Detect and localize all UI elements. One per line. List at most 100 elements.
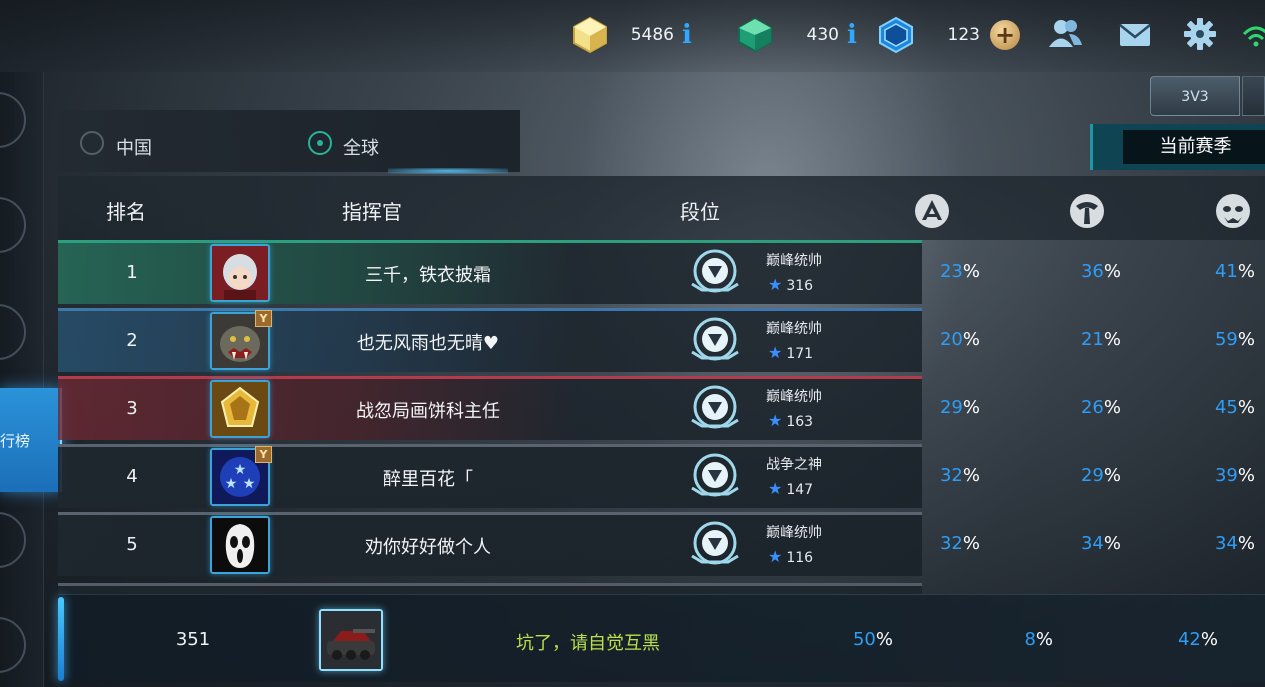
row-rank: 1 <box>126 262 138 283</box>
gold-info-button[interactable]: i <box>682 20 692 50</box>
region-filter: 中国 全球 <box>58 110 520 174</box>
faction-3-value: 59 <box>1214 329 1238 350</box>
faction-3-value: 45 <box>1214 397 1238 418</box>
green-crystal-icon <box>738 17 772 53</box>
table-row[interactable]: 3 战忽局画饼科主任 巅峰统帅 ★ 163 29% 26% 45% <box>58 376 1265 440</box>
table-header: 排名 指挥官 段位 <box>58 176 1265 240</box>
crystal-amount: 430 <box>806 25 839 45</box>
side-nav-item[interactable] <box>0 617 26 673</box>
blue-diamond-icon <box>879 16 913 54</box>
top-bar: 5486 i 430 i 123 + <box>0 0 1265 72</box>
diamond-currency: 123 + <box>876 14 1020 56</box>
player-avatar[interactable] <box>210 380 270 438</box>
my-rank-row: 351 坑了，请自觉互黑 50% 8% 42% <box>58 594 1265 682</box>
faction-3-rate: 39% <box>1175 465 1255 486</box>
faction-1-value: 32 <box>939 533 963 554</box>
svg-text:★: ★ <box>243 476 256 492</box>
header-tier: 段位 <box>680 200 720 224</box>
side-nav-item[interactable] <box>0 197 26 253</box>
silver-hair-character-portrait <box>212 246 268 300</box>
season-label: 当前赛季 <box>1123 130 1265 164</box>
faction-3-value: 41 <box>1214 261 1238 282</box>
selected-tab-glow <box>388 168 508 174</box>
faction-3-icon <box>1216 194 1250 228</box>
pct-unit: % <box>1035 629 1053 650</box>
mail-icon[interactable] <box>1115 14 1155 54</box>
faction-2-value: 36 <box>1080 261 1104 282</box>
tier-stars: ★ 147 <box>768 479 813 498</box>
mode-tab-next[interactable] <box>1242 76 1265 116</box>
tier-stars: ★ 171 <box>768 343 813 362</box>
tier-emblem-icon <box>691 453 739 497</box>
pct-unit: % <box>962 261 980 282</box>
faction-1-rate: 29% <box>900 397 980 418</box>
region-radio-global[interactable] <box>308 131 332 155</box>
tier-name: 巅峰统帅 <box>766 525 822 541</box>
faction-3-value: 39 <box>1214 465 1238 486</box>
red-tank-portrait <box>321 611 381 669</box>
my-faction-2-value: 8 <box>1024 629 1036 650</box>
faction-1-icon <box>915 194 949 228</box>
table-row[interactable]: 2 Y 也无风雨也无晴♥ 巅峰统帅 ★ 171 20% 21% 59% <box>58 308 1265 372</box>
player-avatar[interactable] <box>210 244 270 302</box>
region-radio-china[interactable] <box>80 131 104 155</box>
faction-2-value: 26 <box>1080 397 1104 418</box>
faction-3-rate: 45% <box>1175 397 1255 418</box>
friends-icon[interactable] <box>1045 14 1085 54</box>
star-icon: ★ <box>768 275 783 294</box>
pct-unit: % <box>875 629 893 650</box>
gold-currency: 5486 i <box>570 14 692 56</box>
commander-name: 也无风雨也无晴♥ <box>356 333 500 354</box>
faction-2-value: 29 <box>1080 465 1104 486</box>
tier-name: 战争之神 <box>766 457 822 473</box>
settings-gear-icon[interactable] <box>1180 14 1220 54</box>
mode-tab-3v3[interactable]: 3V3 <box>1150 76 1240 116</box>
table-row[interactable]: 4 ★ ★ ★ Y 醉里百花「 战争之神 ★ 147 32% 29% 39% <box>58 444 1265 508</box>
row-divider <box>58 444 922 447</box>
pct-unit: % <box>1237 261 1255 282</box>
faction-1-rate: 32% <box>900 465 980 486</box>
commander-name: 劝你好好做个人 <box>365 537 491 558</box>
region-china-label[interactable]: 中国 <box>116 134 152 160</box>
row-rank: 4 <box>126 466 138 487</box>
tier-emblem-icon <box>691 385 739 429</box>
crystal-info-button[interactable]: i <box>847 20 857 50</box>
star-icon: ★ <box>768 547 783 566</box>
pct-unit: % <box>1103 261 1121 282</box>
row-divider <box>58 240 922 243</box>
pct-unit: % <box>962 329 980 350</box>
side-nav-item[interactable] <box>0 512 26 568</box>
season-button[interactable]: 当前赛季 <box>1090 124 1265 170</box>
row-divider <box>58 512 922 515</box>
faction-3-rate: 41% <box>1175 261 1255 282</box>
rank-badge-icon: Y <box>255 310 272 327</box>
pct-unit: % <box>1237 329 1255 350</box>
star-count: 116 <box>786 550 814 566</box>
side-nav-item[interactable] <box>0 304 26 360</box>
diamond-amount: 123 <box>947 25 980 45</box>
faction-2-rate: 21% <box>1041 329 1121 350</box>
pct-unit: % <box>962 533 980 554</box>
row-divider <box>58 376 922 379</box>
faction-1-value: 29 <box>939 397 963 418</box>
crystal-currency: 430 i <box>735 14 857 56</box>
player-avatar[interactable] <box>210 516 270 574</box>
faction-2-rate: 36% <box>1041 261 1121 282</box>
side-nav-item[interactable] <box>0 92 26 148</box>
star-icon: ★ <box>768 411 783 430</box>
faction-2-icon <box>1070 194 1104 228</box>
table-row[interactable]: 5 劝你好好做个人 巅峰统帅 ★ 116 32% 34% 34% <box>58 512 1265 576</box>
faction-3-value: 34 <box>1214 533 1238 554</box>
faction-3-rate: 34% <box>1175 533 1255 554</box>
side-nav-leaderboard[interactable]: 行榜 <box>0 388 62 492</box>
region-global-label[interactable]: 全球 <box>343 134 379 160</box>
my-faction-1-value: 50 <box>852 629 876 650</box>
tier-emblem-icon <box>691 249 739 293</box>
row-rank: 3 <box>126 398 138 419</box>
tier-stars: ★ 116 <box>768 547 813 566</box>
faction-1-rate: 23% <box>900 261 980 282</box>
add-diamond-button[interactable]: + <box>990 20 1020 50</box>
table-row[interactable]: 1 三千，铁衣披霜 巅峰统帅 ★ 316 23% 36% 41% <box>58 240 1265 304</box>
my-avatar[interactable] <box>319 609 383 671</box>
pct-unit: % <box>1103 329 1121 350</box>
